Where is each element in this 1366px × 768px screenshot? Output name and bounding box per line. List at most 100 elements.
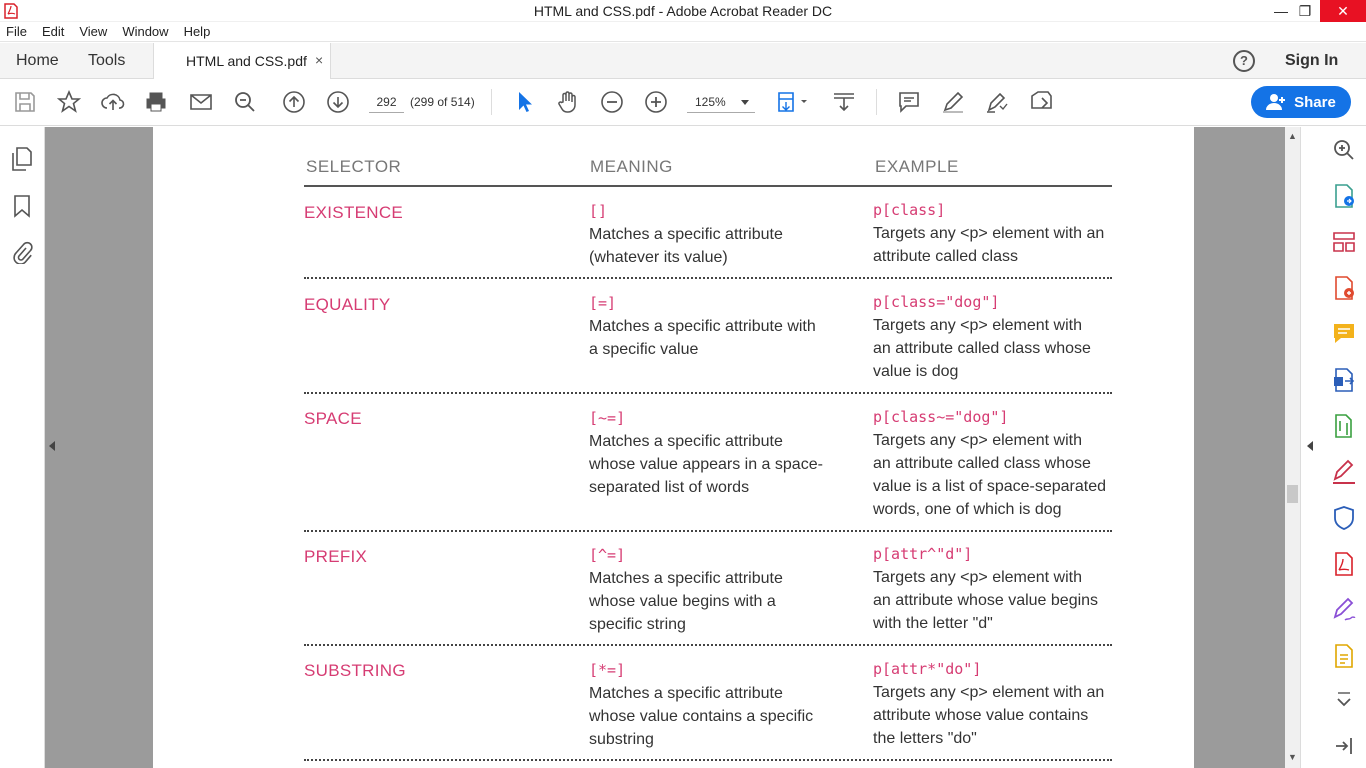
scroll-mode-icon[interactable] xyxy=(832,90,856,114)
zoom-level-value: 125% xyxy=(695,95,726,109)
search-icon[interactable] xyxy=(1331,137,1357,163)
send-for-signature-icon[interactable] xyxy=(1331,597,1357,623)
page-number-input[interactable]: 292 xyxy=(369,91,404,113)
vertical-scrollbar[interactable]: ▲ ▼ xyxy=(1285,127,1300,768)
acrobat-pdf-icon[interactable] xyxy=(1331,551,1357,577)
previous-page-icon[interactable] xyxy=(282,90,306,114)
scrollbar-thumb[interactable] xyxy=(1287,485,1298,503)
sign-in-link[interactable]: Sign In xyxy=(1285,52,1338,70)
selector-name: PREFIX xyxy=(304,547,368,566)
select-cursor-icon[interactable] xyxy=(513,90,537,114)
bookmarks-icon[interactable] xyxy=(11,194,33,218)
pdf-page: SELECTOR MEANING EXAMPLE EXISTENCE [] Ma… xyxy=(153,127,1194,768)
selector-symbol: [~=] xyxy=(589,409,626,427)
export-to-word-icon[interactable] xyxy=(1331,367,1357,393)
edit-tag-icon[interactable] xyxy=(1029,90,1053,114)
meaning-text: Matches a specific attribute (whatever i… xyxy=(589,226,783,266)
row-divider xyxy=(304,644,1112,646)
highlight-pen-icon[interactable] xyxy=(941,90,965,114)
row-divider xyxy=(304,392,1112,394)
selector-name: EQUALITY xyxy=(304,295,391,314)
save-icon[interactable] xyxy=(13,90,37,114)
table-header-rule xyxy=(304,185,1112,187)
collapse-left-panel-icon[interactable] xyxy=(49,441,55,451)
example-code: p[attr*"do"] xyxy=(873,660,982,678)
document-viewport[interactable]: SELECTOR MEANING EXAMPLE EXISTENCE [] Ma… xyxy=(45,127,1285,768)
meaning-text: Matches a specific attribute whose value… xyxy=(589,570,783,633)
page-count-label: (299 of 514) xyxy=(410,95,475,109)
example-text: Targets any <p> element with an attribut… xyxy=(873,684,1105,747)
more-tools-document-icon[interactable] xyxy=(1331,643,1357,669)
scroll-down-arrow-icon[interactable]: ▼ xyxy=(1288,752,1297,762)
close-window-button[interactable]: ✕ xyxy=(1320,0,1366,22)
menu-file[interactable]: File xyxy=(6,24,27,39)
row-divider xyxy=(304,530,1112,532)
tab-document-label: HTML and CSS.pdf xyxy=(186,53,307,69)
print-icon[interactable] xyxy=(144,90,168,114)
collapse-tools-pane-icon[interactable] xyxy=(1331,733,1357,759)
protect-shield-icon[interactable] xyxy=(1331,505,1357,531)
page-layout-icon[interactable] xyxy=(776,90,810,114)
compress-pdf-icon[interactable] xyxy=(1331,413,1357,439)
title-bar: HTML and CSS.pdf - Adobe Acrobat Reader … xyxy=(0,0,1366,22)
bookmark-star-icon[interactable] xyxy=(56,89,82,114)
selector-symbol: [^=] xyxy=(589,546,626,564)
zoom-in-icon[interactable] xyxy=(644,90,668,114)
selector-name: EXISTENCE xyxy=(304,203,404,222)
window-title: HTML and CSS.pdf - Adobe Acrobat Reader … xyxy=(533,3,833,19)
right-tools-rail xyxy=(1300,127,1366,768)
meaning-text: Matches a specific attribute whose value… xyxy=(589,685,814,748)
menu-edit[interactable]: Edit xyxy=(42,24,64,39)
selector-symbol: [=] xyxy=(589,294,617,312)
header-selector: SELECTOR xyxy=(306,157,402,176)
restore-button[interactable]: ❐ xyxy=(1288,0,1322,22)
collapse-right-panel-icon[interactable] xyxy=(1307,441,1313,451)
row-divider xyxy=(304,277,1112,279)
tab-tools[interactable]: Tools xyxy=(88,52,125,70)
selector-symbol: [*=] xyxy=(589,661,626,679)
example-text: Targets any <p> element with an attribut… xyxy=(873,432,1107,518)
example-text: Targets any <p> element with an attribut… xyxy=(873,225,1105,265)
menu-help[interactable]: Help xyxy=(184,24,211,39)
meaning-text: Matches a specific attribute with a spec… xyxy=(589,318,816,358)
zoom-out-icon[interactable] xyxy=(600,90,624,114)
example-code: p[attr^"d"] xyxy=(873,545,973,563)
share-button[interactable]: Share xyxy=(1251,86,1351,118)
tab-home[interactable]: Home xyxy=(16,52,59,70)
fill-sign-icon[interactable] xyxy=(1331,459,1357,485)
meaning-text: Matches a specific attribute whose value… xyxy=(589,433,823,496)
tab-document[interactable]: HTML and CSS.pdf × xyxy=(153,43,331,80)
selector-name: SUBSTRING xyxy=(304,661,406,680)
menu-window[interactable]: Window xyxy=(122,24,168,39)
header-meaning: MEANING xyxy=(590,157,673,176)
help-icon[interactable]: ? xyxy=(1233,50,1255,72)
menu-view[interactable]: View xyxy=(79,24,107,39)
hand-tool-icon[interactable] xyxy=(556,90,580,114)
email-icon[interactable] xyxy=(189,90,213,114)
add-person-icon xyxy=(1266,94,1286,110)
zoom-level-dropdown[interactable]: 125% xyxy=(687,91,755,113)
share-button-label: Share xyxy=(1294,93,1336,111)
create-pdf-icon[interactable] xyxy=(1331,275,1357,301)
example-text: Targets any <p> element with an attribut… xyxy=(873,317,1091,380)
sign-pen-icon[interactable] xyxy=(985,90,1009,114)
comment-icon[interactable] xyxy=(897,90,921,114)
comment-tool-icon[interactable] xyxy=(1331,321,1357,347)
selector-symbol: [] xyxy=(589,202,608,220)
tab-bar: Home Tools HTML and CSS.pdf × ? Sign In xyxy=(0,43,1366,80)
search-zoom-icon[interactable] xyxy=(233,90,257,114)
example-code: p[class] xyxy=(873,201,946,219)
upload-cloud-icon[interactable] xyxy=(101,90,125,114)
export-pdf-icon[interactable] xyxy=(1331,183,1357,209)
next-page-icon[interactable] xyxy=(326,90,350,114)
organize-pages-icon[interactable] xyxy=(1331,229,1357,255)
scroll-up-arrow-icon[interactable]: ▲ xyxy=(1288,131,1297,141)
chevron-down-icon[interactable] xyxy=(1331,689,1357,715)
example-code: p[class~="dog"] xyxy=(873,408,1009,426)
page-thumbnails-icon[interactable] xyxy=(11,147,33,171)
close-tab-icon[interactable]: × xyxy=(315,52,323,68)
attachments-icon[interactable] xyxy=(11,240,33,264)
selector-name: SPACE xyxy=(304,409,362,428)
left-navigation-rail xyxy=(0,127,45,768)
chevron-down-icon xyxy=(741,100,749,105)
